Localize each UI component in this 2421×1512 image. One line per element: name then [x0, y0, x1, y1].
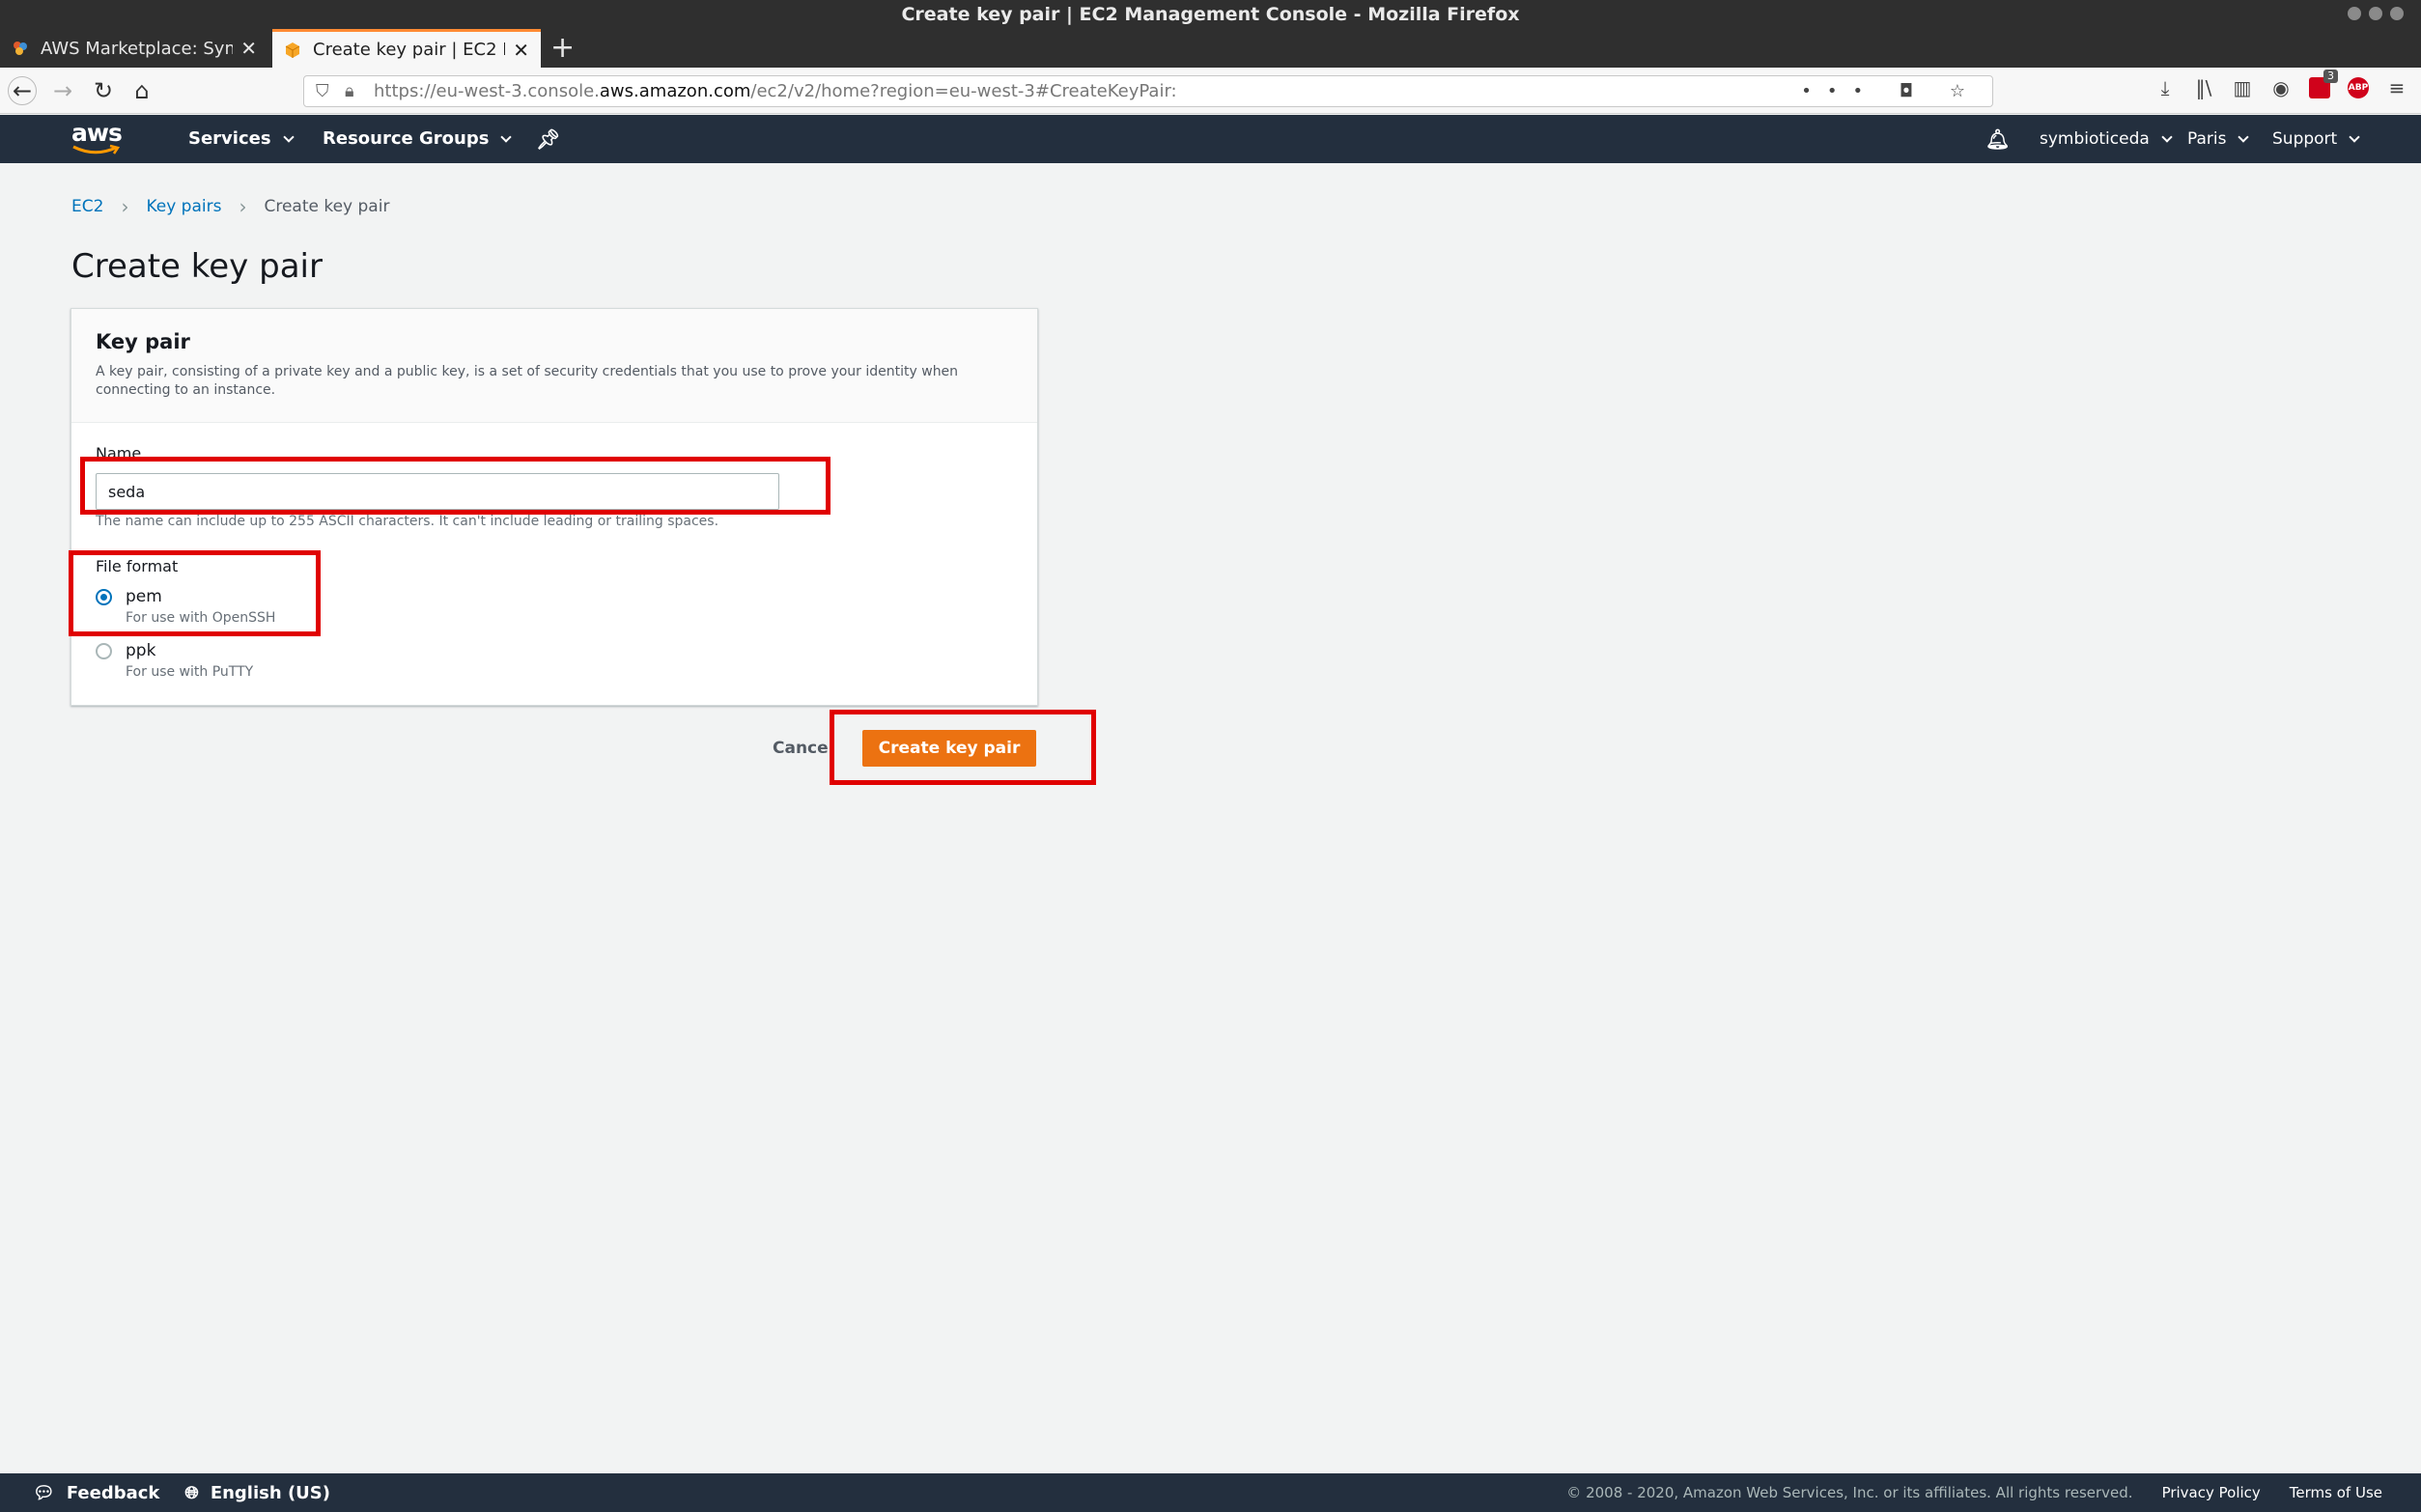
services-menu[interactable]: Services	[188, 115, 295, 163]
aws-logo-text: aws	[71, 119, 123, 147]
panel-description: A key pair, consisting of a private key …	[96, 364, 959, 398]
aws-console-header: aws Services Resource Groups 📌︎ 🔔︎ symbi…	[0, 115, 2421, 163]
extension-notifications-icon[interactable]: 3	[2309, 70, 2338, 98]
window-controls	[2348, 7, 2404, 20]
url-actions: ••• ◘ ☆	[1801, 76, 1981, 106]
minimize-button[interactable]	[2348, 7, 2361, 20]
account-icon[interactable]: ◉	[2270, 77, 2292, 98]
feedback-bubble-icon[interactable]: 💬︎	[33, 1483, 55, 1503]
close-window-button[interactable]	[2390, 7, 2404, 20]
library-icon[interactable]: ‖\	[2193, 77, 2214, 98]
toolbar-icons: ⤓ ‖\ ▥ ◉ 3 ABP ≡	[2154, 70, 2407, 98]
ppk-option-desc: For use with PuTTY	[126, 664, 254, 680]
chevron-down-icon	[2161, 130, 2173, 143]
language-selector[interactable]: English (US)	[211, 1483, 330, 1503]
services-label: Services	[188, 128, 271, 149]
footer-right: © 2008 - 2020, Amazon Web Services, Inc.…	[1566, 1473, 2382, 1512]
copyright-text: © 2008 - 2020, Amazon Web Services, Inc.…	[1566, 1484, 2133, 1501]
marketplace-favicon-icon	[14, 42, 27, 55]
globe-icon[interactable]: 🌐︎	[184, 1483, 198, 1503]
lock-icon[interactable]: 🔒︎	[345, 76, 354, 106]
window-title: Create key pair | EC2 Management Console…	[901, 4, 1520, 25]
hamburger-menu-icon[interactable]: ≡	[2386, 77, 2407, 98]
region-menu[interactable]: Paris	[2187, 115, 2250, 163]
page-actions-menu-icon[interactable]: •••	[1801, 81, 1878, 101]
support-label: Support	[2272, 129, 2338, 149]
tab-strip: AWS Marketplace: Symbi ✕ Create key pair…	[0, 29, 2421, 68]
pocket-icon[interactable]: ◘	[1900, 81, 1928, 101]
browser-navbar: ← → ↻ ⌂ ⛉ 🔒︎ https://eu-west-3.console.a…	[0, 68, 2421, 114]
url-text[interactable]: https://eu-west-3.console.aws.amazon.com…	[374, 76, 1177, 106]
url-bar[interactable]: ⛉ 🔒︎ https://eu-west-3.console.aws.amazo…	[303, 75, 1993, 107]
page-title: Create key pair	[71, 247, 323, 286]
aws-logo[interactable]: aws	[71, 119, 126, 157]
ppk-option-label[interactable]: ppk	[126, 641, 155, 660]
close-tab-icon[interactable]: ✕	[240, 37, 257, 60]
account-label: symbioticeda	[2040, 129, 2150, 149]
maximize-button[interactable]	[2369, 7, 2382, 20]
highlight-name-field	[80, 457, 830, 515]
close-tab-icon[interactable]: ✕	[513, 39, 529, 62]
resource-groups-menu[interactable]: Resource Groups	[323, 115, 513, 163]
chevron-right-icon: ›	[239, 195, 247, 218]
resource-groups-label: Resource Groups	[323, 128, 490, 149]
highlight-create-button	[830, 710, 1096, 785]
pin-icon[interactable]: 📌︎	[536, 115, 560, 163]
new-tab-plus-icon[interactable]: +	[550, 29, 575, 68]
footer-left: 💬︎ Feedback 🌐︎ English (US)	[33, 1473, 330, 1512]
tab-label: AWS Marketplace: Symbi	[41, 38, 234, 59]
download-icon[interactable]: ⤓	[2154, 77, 2176, 98]
chevron-down-icon	[282, 130, 295, 143]
reload-icon[interactable]: ↻	[89, 76, 118, 105]
console-footer: 💬︎ Feedback 🌐︎ English (US) © 2008 - 202…	[0, 1473, 2421, 1512]
main-content: EC2 › Key pairs › Create key pair Create…	[21, 164, 2421, 1444]
panel-header: Key pair A key pair, consisting of a pri…	[71, 309, 1037, 423]
adblock-plus-icon[interactable]: ABP	[2348, 77, 2369, 98]
chevron-down-icon	[500, 130, 513, 143]
notification-count: 3	[2323, 70, 2338, 83]
forward-arrow-icon[interactable]: →	[48, 76, 77, 105]
tracking-shield-icon[interactable]: ⛉	[316, 76, 329, 106]
chevron-down-icon	[2238, 130, 2250, 143]
panel-heading: Key pair	[96, 330, 190, 353]
bookmark-star-icon[interactable]: ☆	[1950, 81, 1981, 101]
chevron-down-icon	[2349, 130, 2360, 143]
account-menu[interactable]: symbioticeda	[2040, 115, 2173, 163]
radio-ppk[interactable]	[96, 643, 112, 659]
browser-tab-create-key-pair[interactable]: Create key pair | EC2 Man ✕	[272, 29, 541, 68]
breadcrumb: EC2 › Key pairs › Create key pair	[71, 195, 389, 218]
window-titlebar: Create key pair | EC2 Management Console…	[0, 0, 2421, 29]
feedback-link[interactable]: Feedback	[67, 1483, 160, 1503]
name-hint: The name can include up to 255 ASCII cha…	[96, 514, 719, 529]
tab-label: Create key pair | EC2 Man	[313, 40, 505, 60]
breadcrumb-ec2-link[interactable]: EC2	[71, 197, 103, 216]
terms-of-use-link[interactable]: Terms of Use	[2290, 1484, 2382, 1501]
highlight-pem-option	[69, 550, 321, 636]
privacy-policy-link[interactable]: Privacy Policy	[2162, 1484, 2261, 1501]
support-menu[interactable]: Support	[2272, 115, 2360, 163]
cancel-button[interactable]: Cancel	[773, 739, 833, 758]
back-arrow-icon[interactable]: ←	[8, 76, 37, 105]
bell-icon[interactable]: 🔔︎	[1985, 115, 2010, 163]
aws-cube-favicon-icon	[285, 42, 300, 58]
home-icon[interactable]: ⌂	[127, 76, 156, 105]
breadcrumb-key-pairs-link[interactable]: Key pairs	[146, 197, 221, 216]
aws-smile-icon	[72, 144, 121, 154]
breadcrumb-current: Create key pair	[264, 197, 390, 216]
region-label: Paris	[2187, 129, 2227, 149]
browser-tab-marketplace[interactable]: AWS Marketplace: Symbi ✕	[0, 29, 268, 68]
chevron-right-icon: ›	[121, 195, 129, 218]
sidebar-icon[interactable]: ▥	[2232, 77, 2253, 98]
